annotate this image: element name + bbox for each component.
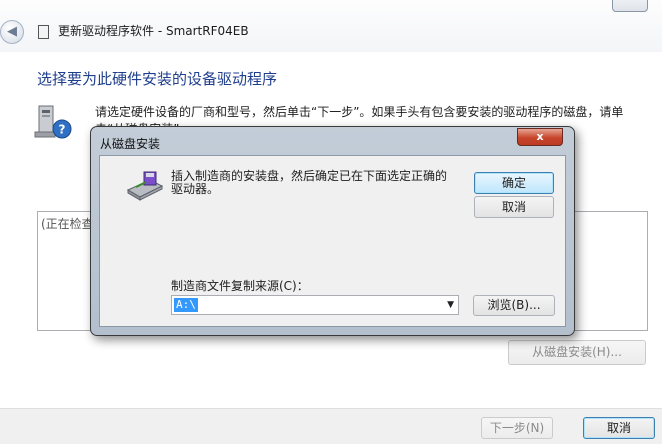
floppy-disk-icon bbox=[126, 171, 164, 201]
back-arrow-icon[interactable]: ◀ bbox=[0, 20, 24, 44]
wizard-title-bar: ◀ 更新驱动程序软件 - SmartRF04EB bbox=[0, 0, 662, 52]
close-icon[interactable]: x bbox=[517, 128, 563, 146]
hardware-help-icon: ? bbox=[34, 105, 72, 139]
device-icon bbox=[38, 25, 49, 39]
ok-button[interactable]: 确定 bbox=[474, 172, 554, 194]
wizard-footer: 下一步(N) 取消 bbox=[0, 408, 662, 444]
have-disk-button[interactable]: 从磁盘安装(H)... bbox=[508, 340, 646, 365]
dialog-title: 从磁盘安装 bbox=[100, 137, 161, 151]
svg-text:?: ? bbox=[59, 123, 66, 137]
window-title: 更新驱动程序软件 - SmartRF04EB bbox=[58, 24, 249, 38]
source-path-combobox[interactable]: A:\ ▼ bbox=[171, 295, 459, 315]
page-heading: 选择要为此硬件安装的设备驱动程序 bbox=[37, 70, 278, 88]
window-close-button[interactable] bbox=[612, 0, 648, 12]
dialog-body: 插入制造商的安装盘，然后确定已在下面选定正确的驱动器。 确定 取消 制造商文件复… bbox=[99, 155, 566, 327]
dialog-message: 插入制造商的安装盘，然后确定已在下面选定正确的驱动器。 bbox=[171, 169, 448, 196]
source-path-value[interactable]: A:\ bbox=[174, 298, 198, 312]
next-button[interactable]: 下一步(N) bbox=[481, 417, 553, 439]
dropdown-arrow-icon[interactable]: ▼ bbox=[447, 299, 454, 311]
source-label: 制造商文件复制来源(C)： bbox=[171, 279, 309, 293]
browse-button[interactable]: 浏览(B)... bbox=[473, 295, 555, 316]
cancel-button[interactable]: 取消 bbox=[583, 417, 655, 439]
dialog-cancel-button[interactable]: 取消 bbox=[474, 196, 554, 218]
install-from-disk-dialog: 从磁盘安装 x 插入制造商的安装盘，然后确定已在下面选定正确的驱动器。 确定 取… bbox=[90, 126, 575, 336]
